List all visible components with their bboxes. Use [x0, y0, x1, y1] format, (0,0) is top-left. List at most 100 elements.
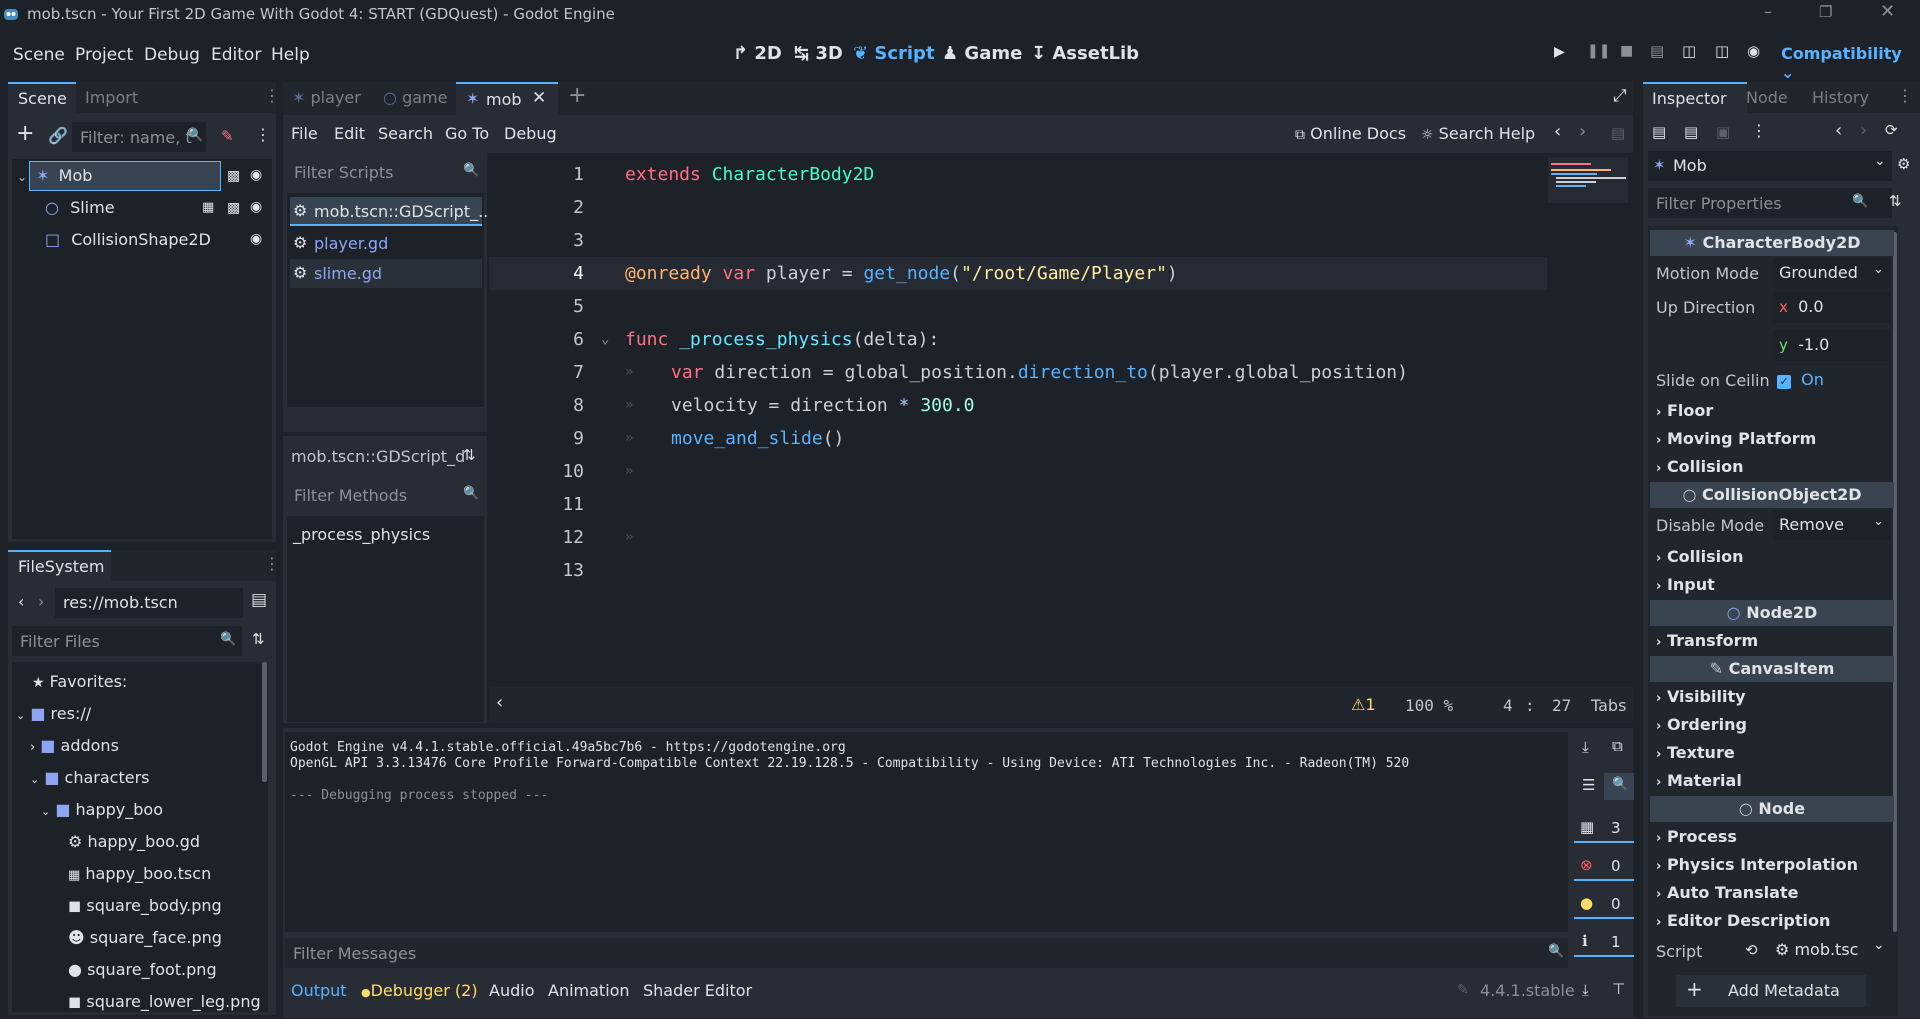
script-menu-edit[interactable]: Edit [334, 124, 365, 143]
scene-tab-mob[interactable]: ✶ mob ✕ [456, 82, 558, 115]
section-texture[interactable]: › Texture [1656, 743, 1735, 762]
back-icon[interactable]: ‹ [18, 592, 24, 611]
scene-menu-icon[interactable]: ⋮ [255, 125, 271, 144]
chevron-down-icon[interactable]: ⌄ [1873, 937, 1885, 953]
workspace-assetlib-button[interactable]: ↧ AssetLib [1031, 43, 1139, 64]
section-visibility[interactable]: › Visibility [1656, 687, 1746, 706]
motion-mode-dropdown[interactable]: Grounded ⌄ [1773, 258, 1890, 288]
section-process[interactable]: › Process [1656, 827, 1737, 846]
scene-tab-player[interactable]: ✶ player [292, 88, 361, 107]
filter-info-toggle[interactable]: ℹ1 [1574, 929, 1634, 957]
filter-methods-input[interactable] [286, 480, 484, 510]
fs-folder-addons[interactable]: › ■ addons [30, 736, 119, 755]
minimap[interactable] [1548, 157, 1628, 203]
script-icon[interactable]: ▩ [227, 200, 240, 216]
float-window-icon[interactable]: ▤ [1611, 124, 1625, 142]
section-auto-translate[interactable]: › Auto Translate [1656, 883, 1798, 902]
up-direction-x-field[interactable]: x 0.0 [1773, 292, 1890, 323]
search-toggle[interactable]: 🔍 [1604, 773, 1634, 800]
filesystem-filter-input[interactable] [12, 626, 242, 656]
clapper-icon[interactable]: ▦ [202, 200, 214, 215]
add-scene-tab-icon[interactable]: + [568, 83, 586, 108]
toggle-scripts-panel-icon[interactable]: ‹ [496, 692, 503, 713]
menu-debug[interactable]: Debug [144, 45, 200, 65]
resource-menu-icon[interactable]: ⋮ [1751, 121, 1767, 140]
menu-editor[interactable]: Editor [211, 45, 261, 65]
section-editor-description[interactable]: › Editor Description [1656, 911, 1830, 930]
script-icon[interactable]: ▩ [227, 168, 240, 184]
link-icon[interactable]: 🔗 [48, 126, 68, 145]
filter-errors-toggle[interactable]: ⊗ 0 [1574, 853, 1634, 881]
tab-node[interactable]: Node [1746, 88, 1788, 107]
add-metadata-button[interactable]: + Add Metadata [1676, 975, 1866, 1007]
tab-history[interactable]: History [1812, 88, 1869, 107]
pin-icon[interactable]: ⤓ [1582, 981, 1589, 999]
expand-panel-icon[interactable]: ⊤ [1612, 980, 1625, 998]
history-icon[interactable]: ⟳ [1885, 121, 1898, 139]
code-area[interactable]: 1 extends CharacterBody2D 2 3 4 @onready v… [489, 158, 1545, 588]
scroll-lock-icon[interactable]: ⤓ [1582, 738, 1589, 756]
section-ordering[interactable]: › Ordering [1656, 715, 1747, 734]
prev-script-icon[interactable]: ‹ [1554, 121, 1561, 142]
new-resource-icon[interactable]: ▤ [1652, 123, 1666, 141]
filter-messages-input[interactable] [285, 938, 1568, 968]
minimize-icon[interactable]: – [1764, 2, 1772, 21]
script-menu-file[interactable]: File [291, 124, 318, 143]
section-floor[interactable]: › Floor [1656, 401, 1713, 420]
split-view-icon[interactable]: ▤ [251, 590, 267, 610]
history-forward-icon[interactable]: › [1860, 120, 1867, 141]
collapse-icon[interactable]: ☰ [1582, 776, 1595, 794]
scene-tab-game[interactable]: ○ game [383, 88, 447, 107]
copy-icon[interactable]: ⧉ [1612, 737, 1623, 755]
script-item-slime[interactable]: ⚙ slime.gd [290, 259, 482, 288]
version-label[interactable]: 4.4.1.stable [1480, 981, 1575, 1000]
fs-file-square-lower-leg[interactable]: ◼ square_lower_leg.png [68, 992, 261, 1011]
history-back-icon[interactable]: ‹ [1835, 120, 1842, 141]
tab-import[interactable]: Import [85, 88, 138, 107]
visibility-eye-icon[interactable]: ◉ [250, 199, 262, 215]
play-custom-scene-icon[interactable]: ◫ [1715, 42, 1729, 60]
add-node-icon[interactable]: + [16, 121, 34, 146]
close-tab-icon[interactable]: ✕ [532, 88, 546, 108]
fs-file-happy-boo-gd[interactable]: ⚙ happy_boo.gd [68, 832, 200, 851]
remote-debug-icon[interactable]: ▤ [1650, 42, 1664, 60]
tree-node-slime[interactable]: ○ Slime [45, 198, 115, 217]
stop-icon[interactable]: ■ [1620, 43, 1633, 59]
online-docs-button[interactable]: ⧉ Online Docs [1295, 124, 1406, 143]
workspace-3d-button[interactable]: ↹ 3D [794, 43, 843, 64]
section-input[interactable]: › Input [1656, 575, 1715, 594]
visibility-eye-icon[interactable]: ◉ [250, 231, 262, 247]
sort-icon[interactable]: ⇅ [252, 630, 265, 648]
scrollbar[interactable] [1893, 232, 1897, 932]
movie-maker-icon[interactable]: ◉ [1747, 42, 1760, 60]
workspace-script-button[interactable]: ❦ Script [853, 43, 935, 64]
filter-messages-toggle[interactable]: ▦ 3 [1574, 815, 1634, 843]
slide-on-ceiling-checkbox[interactable]: ✓ On [1777, 370, 1824, 389]
fs-folder-characters[interactable]: ⌄ ■ characters [30, 768, 149, 787]
fs-file-square-body[interactable]: ◼ square_body.png [68, 896, 222, 915]
fs-file-happy-boo-tscn[interactable]: ▦ happy_boo.tscn [68, 864, 211, 883]
indent-mode[interactable]: Tabs [1591, 696, 1626, 715]
section-transform[interactable]: › Transform [1656, 631, 1758, 650]
save-icon[interactable]: ▣ [1716, 123, 1730, 141]
up-direction-y-field[interactable]: y -1.0 [1773, 330, 1890, 361]
filter-scripts-input[interactable] [286, 157, 484, 187]
object-selector[interactable]: ✶ Mob ⌄ [1648, 151, 1892, 181]
revert-icon[interactable]: ⟲ [1745, 941, 1758, 959]
filesystem-path[interactable]: res://mob.tscn [55, 588, 243, 618]
forward-icon[interactable]: › [38, 592, 44, 611]
script-menu-search[interactable]: Search [378, 124, 433, 143]
sort-icon[interactable]: ⇅ [463, 446, 476, 464]
workspace-game-button[interactable]: ♟ Game [942, 43, 1022, 64]
fs-res-root[interactable]: ⌄ ■ res:// [16, 704, 91, 723]
section-collision-object[interactable]: › Collision [1656, 547, 1744, 566]
bottom-tab-debugger[interactable]: ●Debugger (2) [361, 981, 478, 1000]
bottom-tab-output[interactable]: Output [291, 981, 347, 1000]
workspace-2d-button[interactable]: ↱ 2D [733, 43, 782, 64]
menu-scene[interactable]: Scene [13, 45, 65, 65]
dock-menu-icon[interactable]: ⋮ [264, 86, 280, 105]
close-window-icon[interactable]: ✕ [1880, 1, 1895, 22]
fs-file-square-foot[interactable]: ● square_foot.png [68, 960, 217, 979]
menu-project[interactable]: Project [75, 45, 133, 65]
script-item-mob[interactable]: ⚙ mob.tscn::GDScript_... [290, 197, 493, 226]
